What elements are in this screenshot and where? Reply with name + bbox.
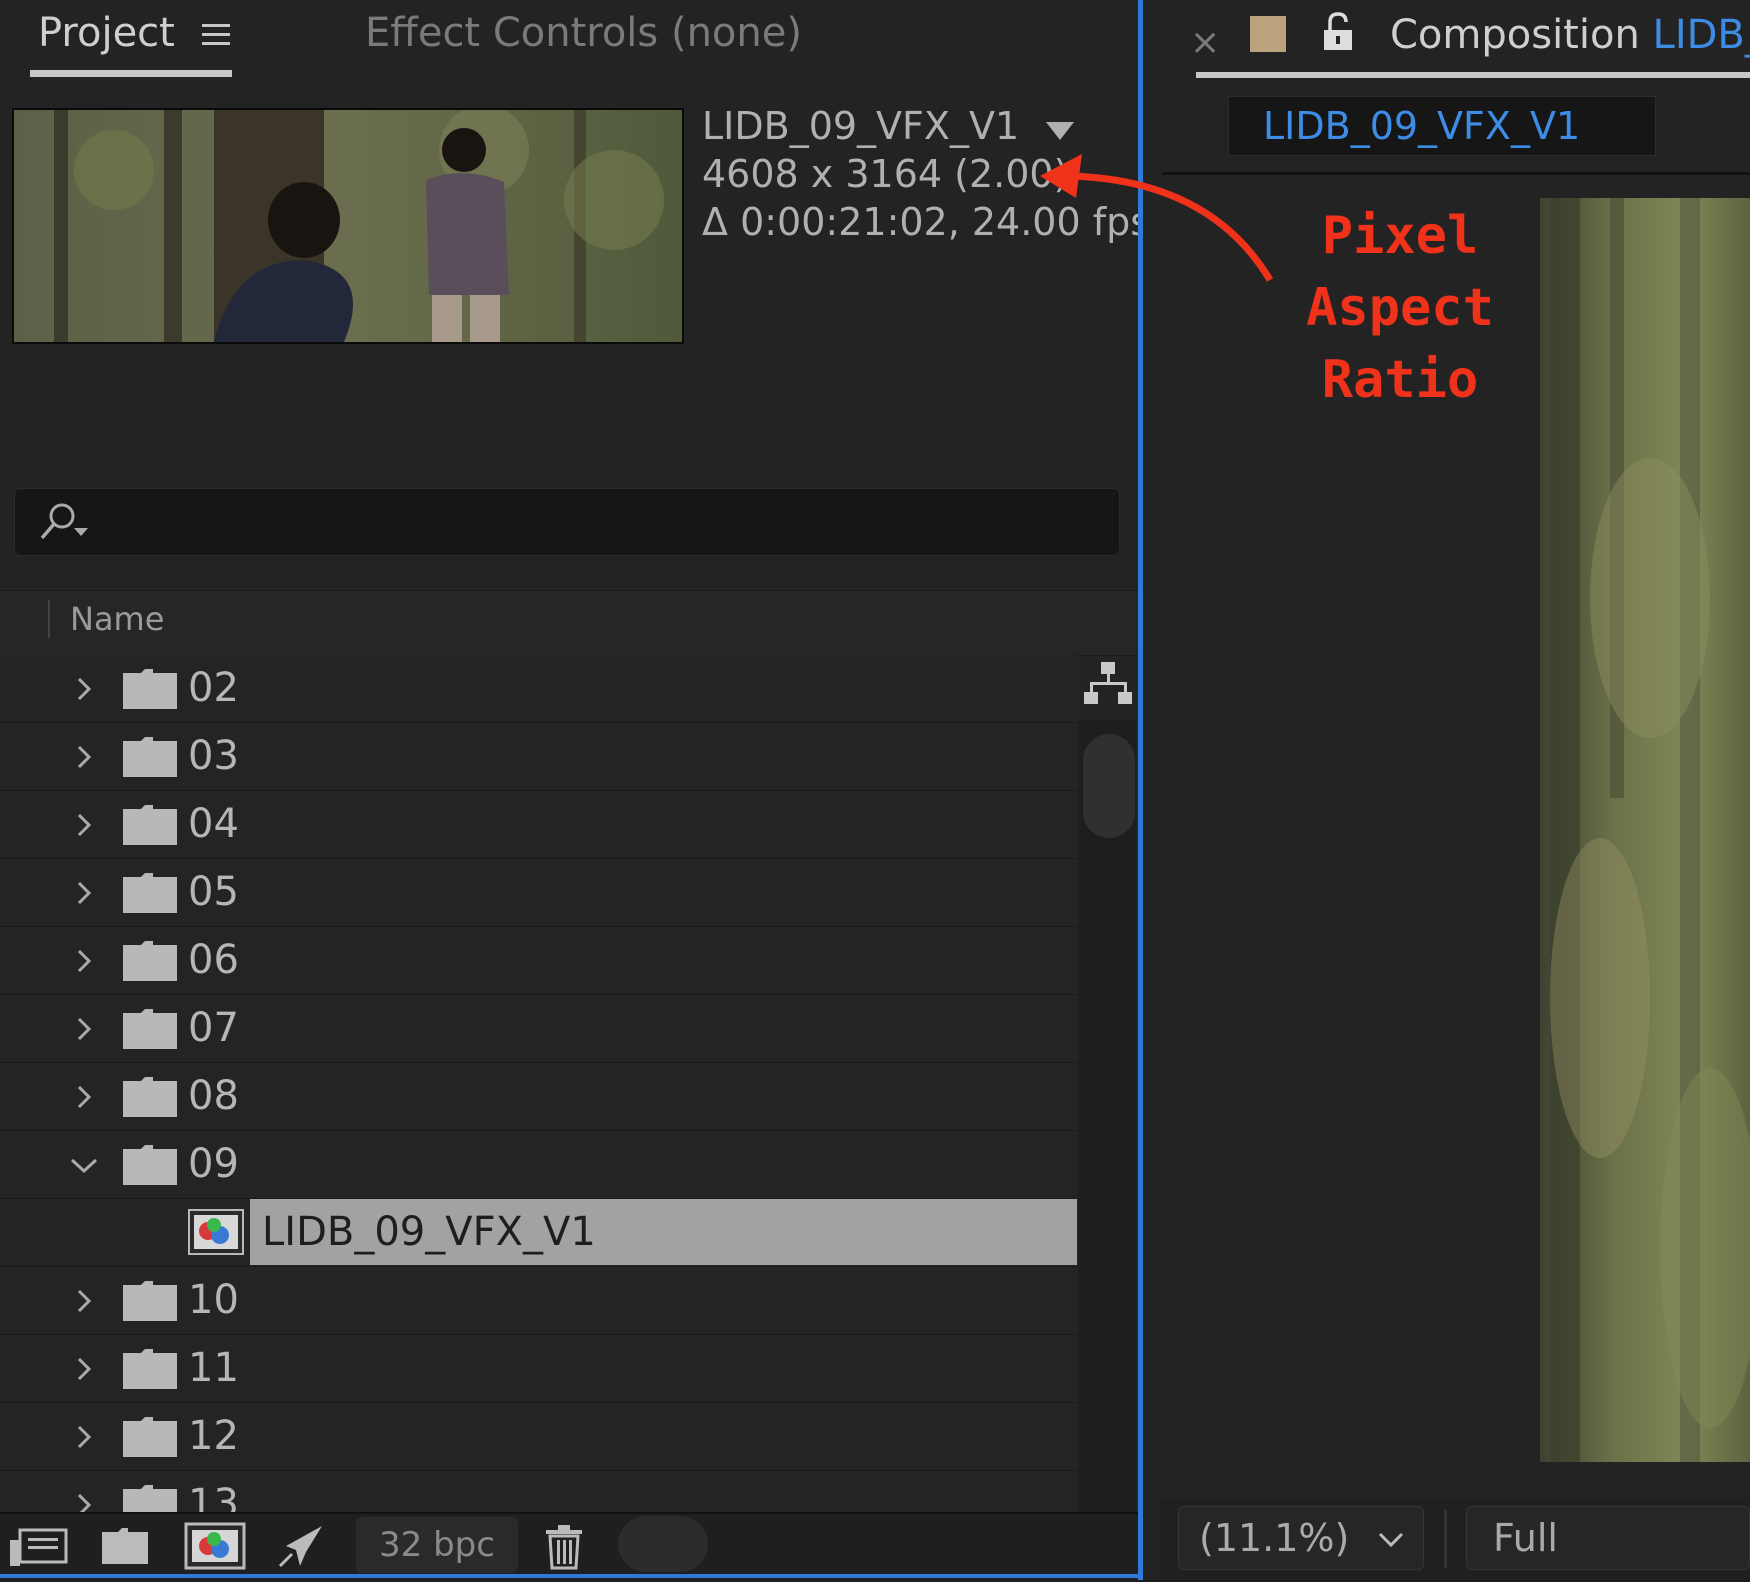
chevron-right-icon[interactable] xyxy=(70,675,98,703)
resolution-dropdown[interactable]: Full xyxy=(1466,1506,1750,1570)
chevron-right-icon[interactable] xyxy=(70,879,98,907)
footage-thumbnail xyxy=(12,108,684,344)
list-item[interactable]: 03 xyxy=(0,723,1077,791)
list-item-label: 03 xyxy=(188,733,239,779)
folder-icon xyxy=(123,805,177,845)
composition-color-swatch[interactable] xyxy=(1250,16,1286,52)
selected-item-dimensions: 4608 x 3164 (2.00) xyxy=(702,152,1069,196)
active-tab-indicator xyxy=(30,70,232,77)
list-item-label: 09 xyxy=(188,1141,239,1187)
chevron-right-icon[interactable] xyxy=(70,1491,98,1512)
list-item-label: 04 xyxy=(188,801,239,847)
trash-icon[interactable] xyxy=(542,1522,586,1570)
folder-icon xyxy=(123,1281,177,1321)
bit-depth-button[interactable]: 32 bpc xyxy=(356,1517,518,1573)
chevron-right-icon[interactable] xyxy=(70,1015,98,1043)
list-item[interactable]: 09 xyxy=(0,1131,1077,1199)
panel-option-toggle[interactable] xyxy=(618,1516,708,1572)
list-item-label: 02 xyxy=(188,665,239,711)
column-divider[interactable] xyxy=(48,600,50,638)
list-item-label: 06 xyxy=(188,937,239,983)
list-item-label: 07 xyxy=(188,1005,239,1051)
annotation-arrow-icon xyxy=(1040,154,1274,282)
chevron-right-icon[interactable] xyxy=(70,743,98,771)
interpret-footage-icon[interactable] xyxy=(6,1522,70,1570)
search-input[interactable] xyxy=(14,488,1120,556)
folder-icon xyxy=(123,737,177,777)
scrollbar-thumb[interactable] xyxy=(1083,734,1135,838)
composition-navigator-tab[interactable]: LIDB_09_VFX_V1 xyxy=(1228,96,1656,156)
close-icon[interactable]: × xyxy=(1190,22,1220,63)
search-icon[interactable] xyxy=(36,498,106,548)
list-item-label: 10 xyxy=(188,1277,239,1323)
list-item-label: 13 xyxy=(188,1481,239,1512)
list-item-label: 11 xyxy=(188,1345,239,1391)
chevron-down-icon[interactable] xyxy=(1376,1524,1406,1554)
list-item[interactable]: 06 xyxy=(0,927,1077,995)
annotation-label: Pixel Aspect Ratio xyxy=(1270,200,1530,416)
dropdown-arrow-icon[interactable] xyxy=(1046,122,1074,140)
list-item[interactable]: 02 xyxy=(0,655,1077,723)
flowchart-rocket-icon[interactable] xyxy=(276,1522,326,1570)
composition-tab-title[interactable]: Composition LIDB_0 xyxy=(1390,12,1750,58)
list-item[interactable]: 08 xyxy=(0,1063,1077,1131)
list-item[interactable]: 04 xyxy=(0,791,1077,859)
chevron-right-icon[interactable] xyxy=(70,1355,98,1383)
chevron-down-icon[interactable] xyxy=(70,1151,98,1179)
list-item-selected[interactable]: LIDB_09_VFX_V1 xyxy=(0,1199,1077,1267)
chevron-right-icon[interactable] xyxy=(70,811,98,839)
folder-icon xyxy=(123,1077,177,1117)
composition-icon xyxy=(188,1209,244,1255)
column-header-row xyxy=(0,590,1138,656)
folder-icon xyxy=(123,1485,177,1512)
tab-project[interactable]: Project xyxy=(38,10,175,56)
scrollbar-track[interactable] xyxy=(1078,720,1136,1520)
composition-viewer[interactable] xyxy=(1540,198,1750,1462)
new-composition-icon[interactable] xyxy=(184,1522,246,1570)
chevron-right-icon[interactable] xyxy=(70,1287,98,1315)
list-item-label: 12 xyxy=(188,1413,239,1459)
chevron-right-icon[interactable] xyxy=(70,1423,98,1451)
composition-tab-prefix: Composition xyxy=(1390,12,1640,58)
list-item[interactable]: 11 xyxy=(0,1335,1077,1403)
annotation-line: Pixel xyxy=(1321,206,1479,266)
selected-item-name: LIDB_09_VFX_V1 xyxy=(702,104,1020,148)
folder-icon xyxy=(123,669,177,709)
folder-icon xyxy=(123,1417,177,1457)
tab-effect-controls[interactable]: Effect Controls (none) xyxy=(365,10,802,56)
list-item[interactable]: 05 xyxy=(0,859,1077,927)
folder-icon xyxy=(123,1009,177,1049)
list-item[interactable]: 13 xyxy=(0,1471,1077,1512)
annotation-line: Ratio xyxy=(1321,350,1479,410)
column-header-name[interactable]: Name xyxy=(70,600,164,638)
list-item[interactable]: 10 xyxy=(0,1267,1077,1335)
list-item[interactable]: 07 xyxy=(0,995,1077,1063)
project-item-list: 02 03 04 05 06 07 08 09 LIDB_09_VFX_V1 1… xyxy=(0,655,1077,1512)
folder-icon xyxy=(123,873,177,913)
chevron-right-icon[interactable] xyxy=(70,947,98,975)
active-tab-indicator xyxy=(1196,72,1750,78)
annotation-line: Aspect xyxy=(1306,278,1494,338)
folder-icon xyxy=(123,941,177,981)
list-item[interactable]: 12 xyxy=(0,1403,1077,1471)
folder-icon xyxy=(123,1145,177,1185)
list-item-label: 08 xyxy=(188,1073,239,1119)
unlock-icon[interactable] xyxy=(1320,12,1356,52)
list-item-label: 05 xyxy=(188,869,239,915)
flowchart-icon[interactable] xyxy=(1082,660,1134,708)
panel-focus-border-bottom xyxy=(0,1574,1143,1578)
list-item-label: LIDB_09_VFX_V1 xyxy=(262,1209,596,1255)
folder-icon xyxy=(123,1349,177,1389)
new-folder-icon[interactable] xyxy=(100,1522,150,1570)
chevron-right-icon[interactable] xyxy=(70,1083,98,1111)
hamburger-icon[interactable] xyxy=(200,18,234,52)
composition-tab-name: LIDB_0 xyxy=(1652,12,1750,58)
divider xyxy=(1444,1510,1447,1568)
